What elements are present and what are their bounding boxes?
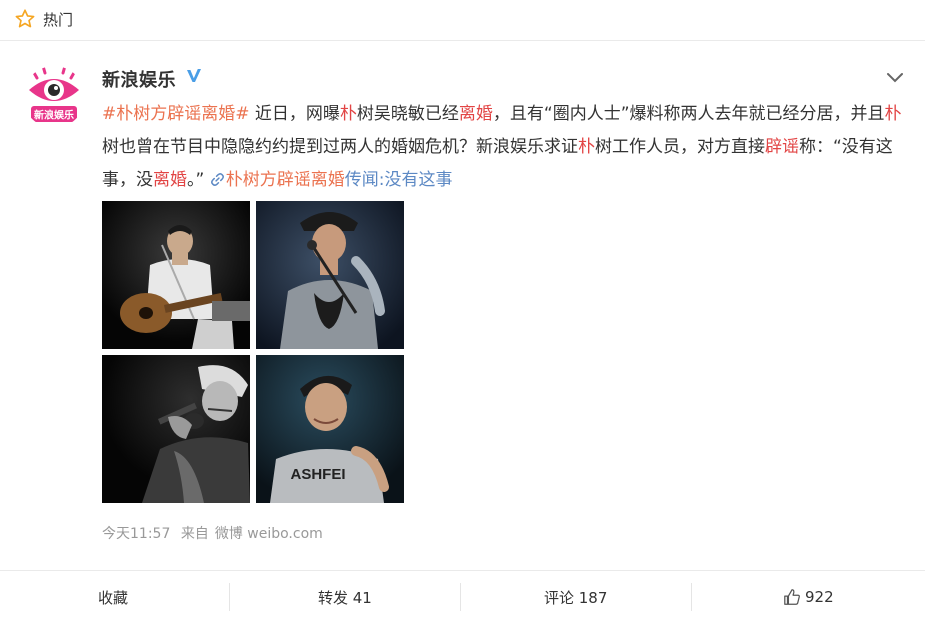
keyword-highlight[interactable]: 朴: [885, 104, 902, 124]
hot-label[interactable]: 热门: [43, 9, 73, 30]
hot-header-bar: 热门: [0, 0, 925, 41]
svg-text:ASHFEI: ASHFEI: [290, 466, 345, 483]
sina-ent-eye-logo: 新浪娱乐: [23, 66, 85, 128]
text-segment: 近日，网曝: [249, 104, 340, 124]
text-segment: 树吴晓敏已经: [356, 104, 459, 124]
divider: [229, 583, 230, 611]
divider: [460, 583, 461, 611]
action-bar: 收藏 转发 41 评论 187 922: [0, 570, 925, 622]
post-meta: 今天11:57 来自 微博 weibo.com: [102, 523, 329, 543]
keyword-highlight[interactable]: 离婚: [153, 170, 187, 190]
svg-text:新浪娱乐: 新浪娱乐: [34, 109, 74, 122]
like-button[interactable]: 922: [783, 571, 834, 622]
thumbs-up-icon: [784, 589, 800, 605]
weibo-post-page: 热门 新浪娱乐 新浪娱乐 #朴树方辟谣离婚# 近日，网曝朴树吴晓敏已经离婚，且有…: [0, 0, 925, 622]
avatar[interactable]: 新浪娱乐: [23, 66, 85, 128]
star-icon: [15, 9, 35, 28]
author-name[interactable]: 新浪娱乐: [102, 66, 176, 92]
repost-label: 转发 41: [318, 588, 372, 607]
comment-label: 评论 187: [544, 588, 608, 607]
chevron-down-icon[interactable]: [884, 70, 906, 86]
post-time[interactable]: 今天11:57: [102, 526, 170, 542]
hashtag-link[interactable]: #朴树方辟谣离婚#: [102, 104, 250, 124]
article-link[interactable]: 传闻:没有这事: [345, 170, 453, 190]
like-count: 922: [805, 588, 834, 606]
comment-button[interactable]: 评论 187: [544, 571, 607, 622]
keyword-highlight[interactable]: 离婚: [459, 104, 493, 124]
text-segment: 树也曾在节目中隐隐约约提到过两人的婚姻危机？新浪娱乐求证: [102, 137, 578, 157]
verified-badge-icon: [187, 69, 201, 82]
keyword-highlight[interactable]: 朴: [340, 104, 357, 124]
keyword-highlight[interactable]: 辟谣: [765, 137, 799, 157]
source-prefix: 来自: [180, 526, 209, 542]
favorite-label: 收藏: [98, 588, 129, 607]
repost-button[interactable]: 转发 41: [318, 571, 372, 622]
post-source[interactable]: 微博 weibo.com: [215, 526, 323, 542]
text-segment: 树工作人员，对方直接: [595, 137, 765, 157]
photo-smiling-singer[interactable]: ASHFEI: [256, 355, 404, 503]
favorite-button[interactable]: 收藏: [98, 571, 128, 622]
article-link-highlight[interactable]: 朴树方辟谣离婚: [226, 170, 345, 190]
divider: [691, 583, 692, 611]
photo-beanie-singer[interactable]: [102, 355, 250, 503]
link-icon: [210, 173, 224, 186]
photo-hat-singer[interactable]: [256, 201, 404, 349]
text-segment: ，且有“圈内人士”爆料称两人去年就已经分居，并且: [492, 104, 885, 124]
post-text: #朴树方辟谣离婚# 近日，网曝朴树吴晓敏已经离婚，且有“圈内人士”爆料称两人去年…: [102, 98, 902, 197]
keyword-highlight[interactable]: 朴: [578, 137, 595, 157]
text-segment: 。”: [187, 170, 210, 190]
photo-guitar-singer[interactable]: [102, 201, 250, 349]
